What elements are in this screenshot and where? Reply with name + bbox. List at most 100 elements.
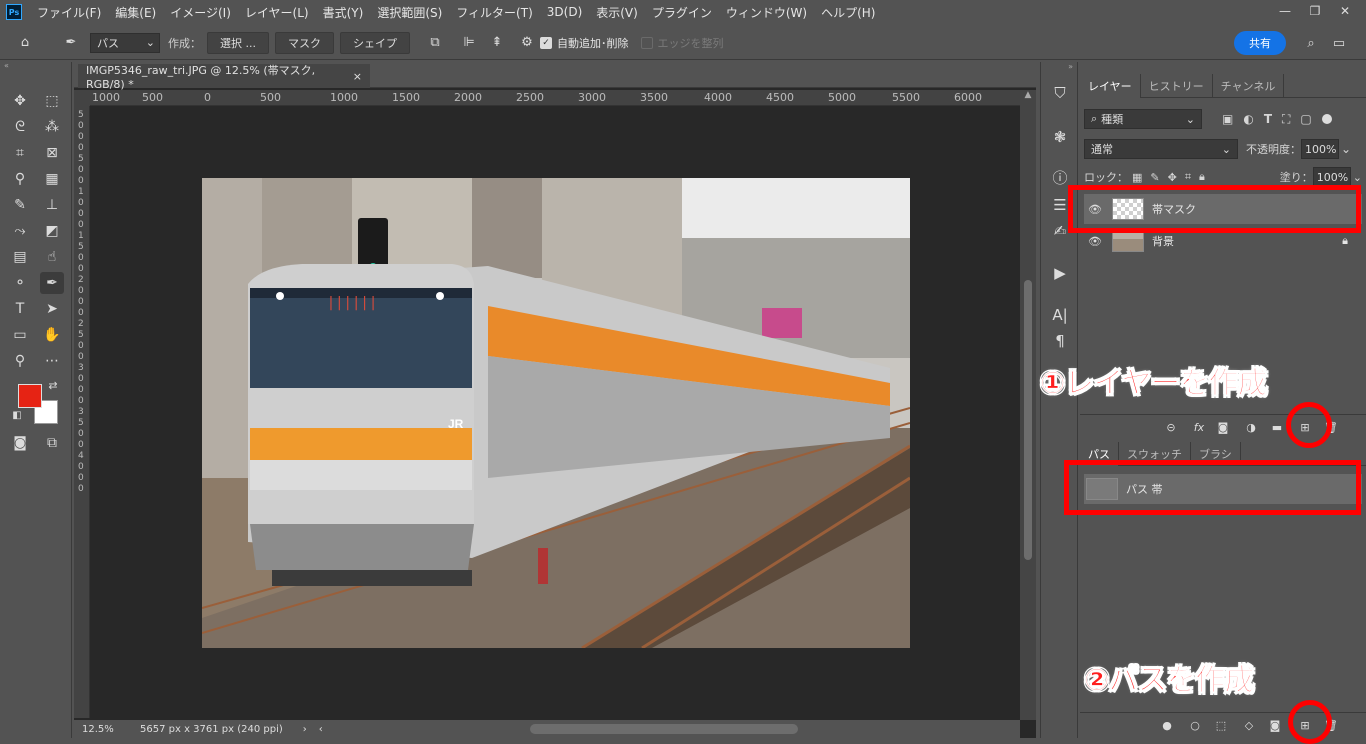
menu-window[interactable]: ウィンドウ(W) (719, 4, 814, 21)
make-mask-button[interactable]: マスク (275, 31, 334, 54)
workspace-icon[interactable]: ▭ (1328, 32, 1350, 54)
eyedropper-tool-icon[interactable]: ⚲ (8, 168, 32, 190)
eraser-tool-icon[interactable]: ◩ (40, 220, 64, 242)
swap-colors-icon[interactable]: ⇄ (46, 378, 60, 392)
blend-mode-select[interactable]: 通常 ⌄ (1084, 139, 1238, 159)
pen-tool-icon[interactable]: ✒ (40, 272, 64, 294)
opacity-input[interactable]: 100% (1301, 139, 1339, 159)
fill-input[interactable]: 100% (1312, 167, 1351, 187)
pen-mode-select[interactable]: パス ⌄ (90, 32, 160, 53)
path-arrangement-icon[interactable]: ⇞ (486, 32, 508, 54)
vertical-scroll-thumb[interactable] (1024, 280, 1032, 560)
make-shape-button[interactable]: シェイプ (340, 31, 410, 54)
lasso-tool-icon[interactable]: ᘓ (8, 116, 32, 138)
fx-icon[interactable]: fx (1190, 418, 1208, 436)
lock-all-icon[interactable]: 🔒︎ (1199, 170, 1205, 184)
add-mask-icon[interactable]: ◙ (1214, 418, 1232, 436)
strip-collapse-icon[interactable]: » (1041, 62, 1077, 71)
gradient-tool-icon[interactable]: ▤ (8, 246, 32, 268)
make-work-path-icon[interactable]: ◇ (1240, 716, 1258, 734)
align-edges-checkbox[interactable] (640, 36, 653, 49)
filter-adjustment-icon[interactable]: ◐ (1243, 112, 1253, 126)
type-tool-icon[interactable]: T (8, 298, 32, 320)
add-mask-icon[interactable]: ◙ (1266, 716, 1284, 734)
close-tab-icon[interactable]: × (353, 70, 362, 83)
filter-type-icon[interactable]: T (1264, 112, 1272, 126)
make-selection-button[interactable]: 選択 ... (207, 31, 269, 54)
lock-pixels-icon[interactable]: ✎ (1150, 171, 1159, 184)
rectangle-tool-icon[interactable]: ▭ (8, 324, 32, 346)
clone-stamp-tool-icon[interactable]: ⊥ (40, 194, 64, 216)
frame-tool-icon[interactable]: ⊠ (40, 142, 64, 164)
fill-path-icon[interactable]: ● (1158, 716, 1176, 734)
character-panel-icon[interactable]: A| (1049, 304, 1071, 326)
path-alignment-icon[interactable]: ⊫ (458, 32, 480, 54)
menu-image[interactable]: イメージ(I) (163, 4, 238, 21)
menu-file[interactable]: ファイル(F) (30, 4, 108, 21)
move-tool-icon[interactable]: ✥ (8, 90, 32, 112)
tab-layers[interactable]: レイヤー (1080, 74, 1141, 98)
status-chevron-icon[interactable]: › (303, 724, 307, 735)
filter-pixel-icon[interactable]: ▣ (1222, 112, 1233, 126)
search-icon[interactable]: ⌕ (1300, 32, 1322, 54)
smudge-tool-icon[interactable]: ☝ (40, 246, 64, 268)
paragraph-panel-icon[interactable]: ¶ (1049, 330, 1071, 352)
path-selection-tool-icon[interactable]: ➤ (40, 298, 64, 320)
quick-selection-tool-icon[interactable]: ⁂ (40, 116, 64, 138)
load-selection-icon[interactable]: ⬚ (1212, 716, 1230, 734)
new-group-icon[interactable]: ▬ (1268, 418, 1286, 436)
menu-layer[interactable]: レイヤー(L) (238, 4, 316, 21)
lock-position-icon[interactable]: ✥ (1168, 171, 1177, 184)
document-tab[interactable]: IMGP5346_raw_tri.JPG @ 12.5% (帯マスク, RGB/… (78, 64, 370, 91)
marquee-tool-icon[interactable]: ⬚ (40, 90, 64, 112)
chevron-down-icon[interactable]: ⌄ (1341, 142, 1351, 156)
adjustments-panel-icon[interactable]: ❃ (1049, 126, 1071, 148)
vertical-scrollbar[interactable]: ▲ (1020, 90, 1036, 720)
filter-toggle-icon[interactable] (1321, 114, 1332, 124)
menu-select[interactable]: 選択範囲(S) (370, 4, 449, 21)
zoom-level[interactable]: 12.5% (82, 724, 132, 735)
adjustment-layer-icon[interactable]: ◑ (1242, 418, 1260, 436)
dodge-tool-icon[interactable]: ⚬ (8, 272, 32, 294)
menu-type[interactable]: 書式(Y) (316, 4, 371, 21)
restore-button[interactable]: ❐ (1300, 0, 1330, 22)
zoom-tool-icon[interactable]: ⚲ (8, 350, 32, 372)
pen-tool-preset-icon[interactable]: ✒ (60, 32, 82, 54)
link-layers-icon[interactable]: ⊝ (1162, 418, 1180, 436)
crop-tool-icon[interactable]: ⌗ (8, 142, 32, 164)
brush-tool-icon[interactable]: ✎ (8, 194, 32, 216)
menu-filter[interactable]: フィルター(T) (449, 4, 539, 21)
screen-mode-icon[interactable]: ⧉ (40, 432, 64, 454)
properties-panel-icon[interactable]: ⛉ (1049, 82, 1071, 104)
menu-help[interactable]: ヘルプ(H) (814, 4, 882, 21)
hand-tool-icon[interactable]: ✋ (40, 324, 64, 346)
menu-3d[interactable]: 3D(D) (540, 5, 589, 19)
quick-mask-icon[interactable]: ◙ (8, 432, 32, 454)
eye-icon[interactable]: 👁︎ (1084, 235, 1106, 248)
auto-add-delete-checkbox[interactable]: ✓ (540, 36, 552, 49)
close-window-button[interactable]: ✕ (1330, 0, 1360, 22)
scroll-left-icon[interactable]: ‹ (319, 724, 323, 735)
history-brush-tool-icon[interactable]: ⤳ (8, 220, 32, 242)
more-tools-icon[interactable]: ⋯ (40, 350, 64, 372)
default-colors-icon[interactable]: ◧ (10, 408, 24, 422)
menu-view[interactable]: 表示(V) (589, 4, 645, 21)
chevron-down-icon[interactable]: ⌄ (1353, 171, 1362, 184)
tab-history[interactable]: ヒストリー (1141, 74, 1213, 98)
filter-shape-icon[interactable]: ⛶ (1282, 112, 1290, 127)
home-icon[interactable]: ⌂ (14, 32, 36, 54)
spot-healing-tool-icon[interactable]: ▦ (40, 168, 64, 190)
scroll-up-icon[interactable]: ▲ (1020, 90, 1036, 100)
share-button[interactable]: 共有 (1234, 31, 1286, 55)
lock-transparent-icon[interactable]: ▦ (1132, 171, 1142, 184)
minimize-button[interactable]: — (1270, 0, 1300, 22)
menu-plugins[interactable]: プラグイン (645, 4, 719, 21)
actions-panel-icon[interactable]: ▶ (1049, 262, 1071, 284)
foreground-color-swatch[interactable] (18, 384, 42, 408)
stroke-path-icon[interactable]: ○ (1186, 716, 1204, 734)
path-operations-icon[interactable]: ⧉ (424, 32, 446, 54)
menu-edit[interactable]: 編集(E) (108, 4, 163, 21)
tab-channels[interactable]: チャンネル (1213, 74, 1285, 98)
layer-kind-select[interactable]: ⌕ 種類 ⌄ (1084, 109, 1202, 129)
horizontal-scroll-thumb[interactable] (530, 724, 798, 734)
